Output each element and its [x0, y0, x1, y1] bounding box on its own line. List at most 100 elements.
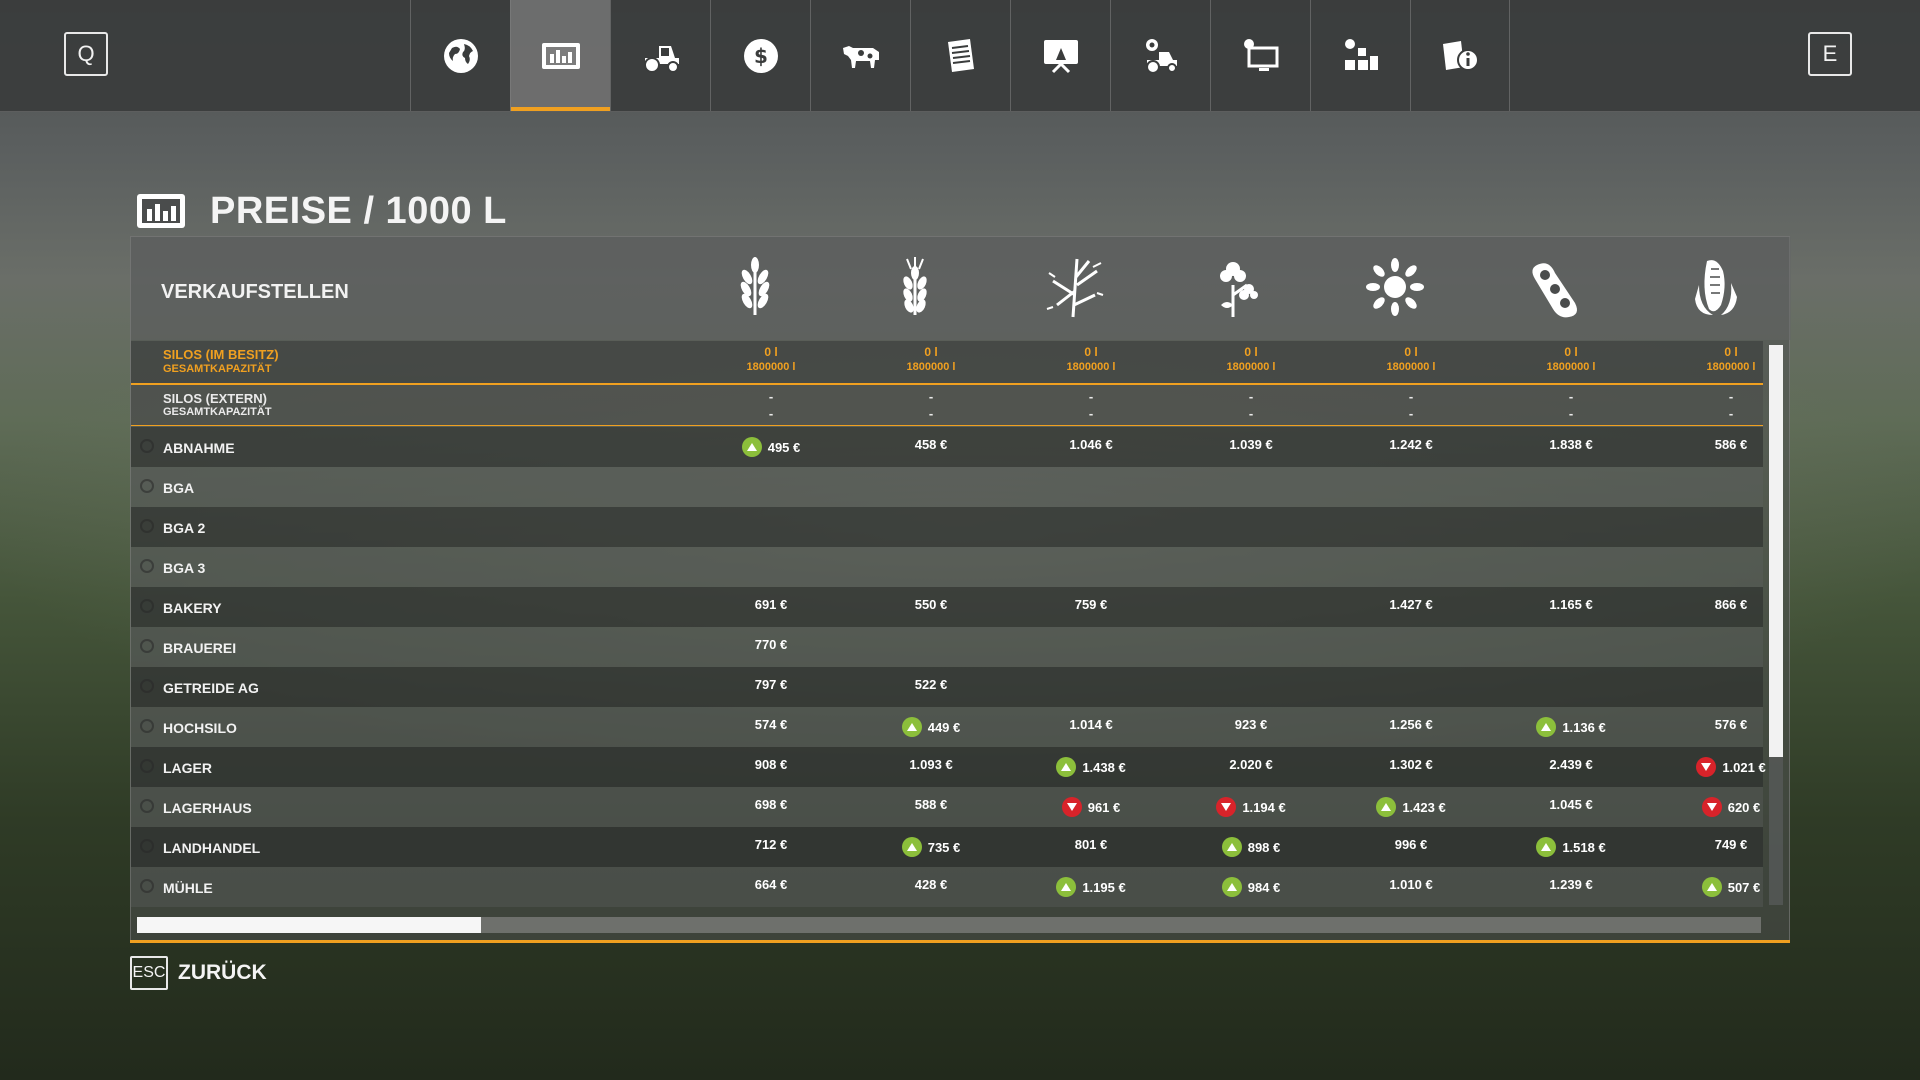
arrow-up-icon	[1226, 883, 1237, 891]
dollar-icon: $	[743, 38, 778, 73]
back-button[interactable]: ESC ZURÜCK	[130, 956, 267, 990]
price-value: 908 €	[754, 757, 788, 772]
price-value: 1.045 €	[1549, 797, 1593, 812]
silo-external-capacity: -	[768, 406, 774, 421]
table-row[interactable]: GETREIDE AG 797 € 522 €	[131, 667, 1763, 707]
price-value: 712 €	[754, 837, 788, 852]
price-cell: 2.020 €	[1171, 757, 1331, 772]
production-icon	[1344, 38, 1378, 70]
table-row[interactable]: ABNAHME 495 € 458 € 1.046 € 1.039 € 1.242 € 1.…	[131, 427, 1763, 467]
hotspot-icon[interactable]	[140, 879, 154, 893]
next-page-key-e[interactable]: E	[1808, 32, 1852, 76]
selling-point-name: BRAUEREI	[163, 640, 237, 656]
sunflower-icon	[1366, 258, 1424, 316]
hotspot-icon[interactable]	[140, 639, 154, 653]
info-document-icon	[1443, 40, 1479, 71]
tab-help[interactable]	[1010, 0, 1110, 111]
prev-page-key-q[interactable]: Q	[64, 32, 108, 76]
price-value: 1.239 €	[1549, 877, 1593, 892]
hotspot-icon[interactable]	[140, 519, 154, 533]
price-cell: 908 €	[691, 757, 851, 772]
price-cell: 449 €	[851, 717, 1011, 737]
crop-barley	[883, 255, 947, 319]
silo-external-cell: --	[1491, 389, 1651, 421]
vertical-scrollbar-thumb[interactable]	[1769, 345, 1783, 757]
arrow-up-icon	[1061, 883, 1072, 891]
silo-external-amount: -	[928, 389, 934, 404]
silo-owned-cell: 0 l 1800000 l	[1011, 345, 1171, 373]
selling-point-name: GETREIDE AG	[163, 680, 259, 696]
hotspot-icon[interactable]	[140, 599, 154, 613]
silo-owned-cell: 0 l 1800000 l	[1331, 345, 1491, 373]
price-cell: 1.021 €	[1651, 757, 1811, 777]
silo-owned-capacity: 1800000 l	[1386, 361, 1436, 373]
price-cell: 797 €	[691, 677, 851, 692]
table-row[interactable]: BRAUEREI 770 €	[131, 627, 1763, 667]
hotspot-icon[interactable]	[140, 439, 154, 453]
tab-map[interactable]	[410, 0, 510, 111]
silo-external-cell: --	[1011, 389, 1171, 421]
table-row[interactable]: BGA	[131, 467, 1763, 507]
arrow-up-icon	[746, 443, 757, 451]
selling-point-name: HOCHSILO	[163, 720, 237, 736]
price-cell: 574 €	[691, 717, 851, 732]
esc-key-hint[interactable]: ESC	[130, 956, 168, 990]
table-row[interactable]: LANDHANDEL 712 € 735 € 801 € 898 € 996 € 1.518…	[131, 827, 1763, 867]
table-row[interactable]: LAGER 908 € 1.093 € 1.438 € 2.020 € 1.302 € 2.…	[131, 747, 1766, 787]
silo-external-amount: -	[768, 389, 774, 404]
hotspot-icon[interactable]	[140, 479, 154, 493]
table-row[interactable]: BGA 2	[131, 507, 1763, 547]
price-value: 770 €	[754, 637, 788, 652]
table-row[interactable]: BAKERY 691 € 550 € 759 € 1.427 € 1.165 € 866 €	[131, 587, 1763, 627]
arrow-down-icon	[1221, 803, 1232, 811]
soybean-icon	[1532, 263, 1577, 318]
tab-contracts[interactable]	[910, 0, 1010, 111]
table-row[interactable]: BGA 3	[131, 547, 1763, 587]
silo-external-capacity: -	[928, 406, 934, 421]
price-cell: 735 €	[851, 837, 1011, 857]
trend-up-icon	[741, 437, 762, 457]
tab-finances[interactable]: $	[710, 0, 810, 111]
table-row[interactable]: LAGERHAUS 698 € 588 € 961 € 1.194 € 1.423 € 1.…	[131, 787, 1763, 827]
hotspot-icon[interactable]	[140, 559, 154, 573]
silos-owned-label: SILOS (IM BESITZ) GESAMTKAPAZITÄT	[163, 347, 279, 375]
table-row[interactable]: HOCHSILO 574 € 449 € 1.014 € 923 € 1.256 € 1.1…	[131, 707, 1763, 747]
silo-external-amount: -	[1248, 389, 1254, 404]
tab-prices[interactable]	[510, 0, 610, 111]
price-cell: 770 €	[691, 637, 851, 652]
price-value: 1.427 €	[1389, 597, 1433, 612]
hotspot-icon[interactable]	[140, 679, 154, 693]
price-cell: 1.438 €	[1011, 757, 1171, 777]
price-value: 1.039 €	[1229, 437, 1273, 452]
tab-animals[interactable]	[810, 0, 910, 111]
price-cell: 984 €	[1171, 877, 1331, 897]
crop-cotton	[1203, 255, 1267, 319]
tab-settings[interactable]	[1210, 0, 1310, 111]
price-value: 691 €	[754, 597, 788, 612]
price-cell: 2.439 €	[1491, 757, 1651, 772]
hotspot-icon[interactable]	[140, 759, 154, 773]
tab-vehicles[interactable]	[610, 0, 710, 111]
tab-garage[interactable]	[1110, 0, 1210, 111]
tab-production[interactable]	[1310, 0, 1410, 111]
price-cell: 507 €	[1651, 877, 1811, 897]
price-cell: 1.046 €	[1011, 437, 1171, 452]
hotspot-icon[interactable]	[140, 839, 154, 853]
price-value: 1.195 €	[1082, 879, 1126, 895]
trend-up-icon	[1376, 797, 1397, 817]
hotspot-icon[interactable]	[140, 719, 154, 733]
barley-icon	[903, 257, 927, 315]
horizontal-scrollbar-thumb[interactable]	[137, 917, 481, 933]
tab-statistics[interactable]	[1410, 0, 1510, 111]
price-value: 449 €	[927, 719, 961, 735]
table-row[interactable]: MÜHLE 664 € 428 € 1.195 € 984 € 1.010 € 1.239 …	[131, 867, 1763, 907]
crop-soybean	[1523, 255, 1587, 319]
help-screen-icon	[1043, 39, 1078, 73]
hotspot-icon[interactable]	[140, 799, 154, 813]
price-cell: 712 €	[691, 837, 851, 852]
price-value: 2.020 €	[1229, 757, 1273, 772]
price-value: 1.093 €	[909, 757, 953, 772]
price-value: 574 €	[754, 717, 788, 732]
contracts-icon	[947, 38, 974, 72]
menu-tabs: $	[410, 0, 1510, 111]
